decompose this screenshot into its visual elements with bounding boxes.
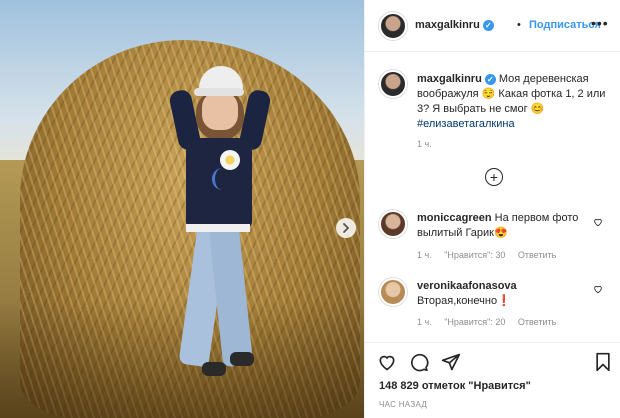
comment-time: 1 ч. <box>417 317 432 327</box>
like-comment-icon[interactable] <box>593 217 603 227</box>
post-photo[interactable] <box>0 0 364 418</box>
hashtag-link[interactable]: #елизаветагалкина <box>417 117 613 132</box>
next-photo-button[interactable] <box>336 218 356 238</box>
caption-username[interactable]: maxgalkinru ✓ <box>417 73 496 85</box>
post-header: maxgalkinru ✓ • Подписаться ••• <box>365 0 620 52</box>
comment-body: Вторая,конечно❗ <box>417 295 511 307</box>
share-icon[interactable] <box>441 352 461 372</box>
post-side-panel: maxgalkinru ✓ • Подписаться ••• maxgalkin… <box>364 0 620 418</box>
comment-item: moniccagreen На первом фото вылитый Гари… <box>417 211 597 241</box>
load-more-comments-button[interactable]: + <box>485 168 503 186</box>
post-actions: 148 829 отметок "Нравится" ЧАС НАЗАД <box>365 342 620 418</box>
like-icon[interactable] <box>377 352 397 372</box>
reply-button[interactable]: Ответить <box>518 317 556 327</box>
author-username[interactable]: maxgalkinru ✓ <box>415 19 494 31</box>
reply-button[interactable]: Ответить <box>518 250 556 260</box>
author-avatar[interactable] <box>379 12 407 40</box>
post-timestamp: ЧАС НАЗАД <box>379 400 428 409</box>
comment-likes[interactable]: "Нравится": 20 <box>444 317 505 327</box>
comment-icon[interactable] <box>409 352 429 372</box>
like-comment-icon[interactable] <box>593 284 603 294</box>
bookmark-icon[interactable] <box>593 352 613 372</box>
post-caption: maxgalkinru ✓ Моя деревенская воображуля … <box>417 72 613 132</box>
comment-username[interactable]: veronikaafonasova <box>417 280 517 292</box>
verified-icon: ✓ <box>482 19 494 31</box>
more-options-icon[interactable]: ••• <box>591 15 609 31</box>
commenter-avatar[interactable] <box>379 210 407 238</box>
comment-time: 1 ч. <box>417 250 432 260</box>
chevron-right-icon <box>343 223 350 233</box>
comment-meta: 1 ч. "Нравится": 20 Ответить <box>417 317 566 327</box>
comment-item: veronikaafonasova Вторая,конечно❗ <box>417 279 597 309</box>
header-separator: • <box>517 19 521 31</box>
likes-count[interactable]: 148 829 отметок "Нравится" <box>379 380 531 392</box>
comment-username[interactable]: moniccagreen <box>417 212 492 224</box>
caption-avatar[interactable] <box>379 70 407 98</box>
caption-time: 1 ч. <box>417 139 432 149</box>
comment-likes[interactable]: "Нравится": 30 <box>444 250 505 260</box>
verified-icon: ✓ <box>484 73 496 85</box>
commenter-avatar[interactable] <box>379 278 407 306</box>
plus-icon: + <box>489 169 499 185</box>
comment-meta: 1 ч. "Нравится": 30 Ответить <box>417 250 566 260</box>
child-figure <box>168 60 272 390</box>
